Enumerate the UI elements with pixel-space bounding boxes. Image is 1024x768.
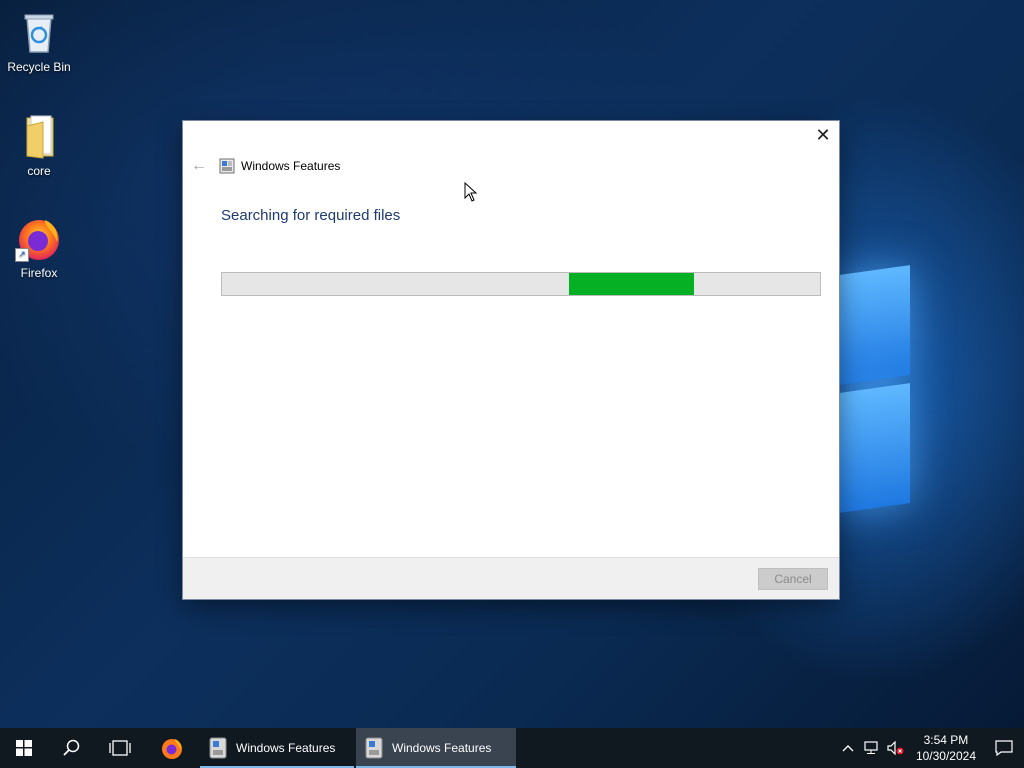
status-heading: Searching for required files xyxy=(221,207,401,224)
desktop-icon-label: Recycle Bin xyxy=(7,60,71,74)
close-icon[interactable]: ✕ xyxy=(813,125,833,145)
dialog-footer: Cancel xyxy=(183,557,839,599)
recycle-bin-icon xyxy=(15,8,63,56)
taskbar-app-windows-features[interactable]: Windows Features xyxy=(200,728,354,768)
dialog-title: Windows Features xyxy=(241,159,341,173)
shortcut-arrow-icon: ↗ xyxy=(15,248,29,262)
desktop-icon-label: Firefox xyxy=(20,266,58,280)
windows-features-icon xyxy=(365,737,383,759)
clock[interactable]: 3:54 PM 10/30/2024 xyxy=(908,732,984,764)
taskbar-app-label: Windows Features xyxy=(392,741,492,755)
windows-features-icon xyxy=(209,737,227,759)
taskbar-app-windows-features-active[interactable]: Windows Features xyxy=(356,728,516,768)
taskbar: Windows Features Windows Features 3:54 P… xyxy=(0,728,1024,768)
task-view-icon[interactable] xyxy=(96,728,144,768)
progress-bar xyxy=(221,272,821,296)
search-icon[interactable] xyxy=(48,728,96,768)
network-icon[interactable] xyxy=(860,728,884,768)
notification-icon[interactable] xyxy=(984,728,1024,768)
desktop-icon-recycle-bin[interactable]: Recycle Bin xyxy=(1,8,77,74)
windows-features-dialog: ✕ ← Windows Features Searching for requi… xyxy=(183,121,839,599)
firefox-icon: ↗ xyxy=(15,214,63,262)
windows-features-icon xyxy=(219,158,235,174)
folder-icon xyxy=(15,112,63,160)
progress-fill xyxy=(568,273,695,295)
desktop-icon-firefox[interactable]: ↗ Firefox xyxy=(1,214,77,280)
back-arrow-icon[interactable]: ← xyxy=(191,157,209,175)
desktop-icon-core[interactable]: core xyxy=(1,112,77,178)
cancel-button[interactable]: Cancel xyxy=(758,568,828,590)
taskbar-app-label: Windows Features xyxy=(236,741,336,755)
clock-time: 3:54 PM xyxy=(923,733,969,747)
clock-date: 10/30/2024 xyxy=(915,749,976,763)
system-tray: 3:54 PM 10/30/2024 xyxy=(836,728,1024,768)
firefox-icon xyxy=(162,739,182,759)
dialog-title-bar: Windows Features xyxy=(219,157,340,175)
chevron-up-icon[interactable] xyxy=(836,728,860,768)
volume-muted-icon[interactable] xyxy=(884,728,908,768)
windows-start-icon[interactable] xyxy=(0,728,48,768)
desktop-icon-label: core xyxy=(27,164,51,178)
mouse-cursor-icon xyxy=(464,182,478,202)
taskbar-firefox[interactable] xyxy=(148,728,196,768)
